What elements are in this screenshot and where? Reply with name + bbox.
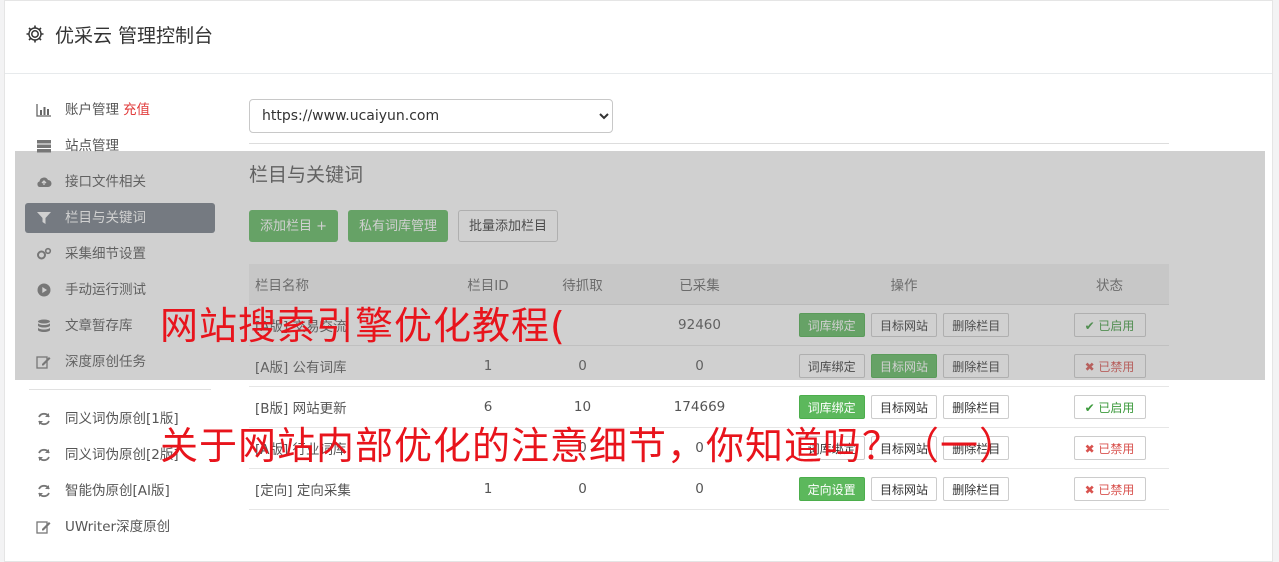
app-title: 优采云 管理控制台 bbox=[55, 25, 214, 47]
directed-settings-button[interactable]: 定向设置 bbox=[798, 477, 865, 501]
header: 优采云 管理控制台 bbox=[5, 1, 1272, 74]
sidebar-divider bbox=[29, 389, 211, 390]
sidebar-item-ai-original[interactable]: 智能伪原创[AI版] bbox=[25, 476, 215, 506]
watermark-title-2: 关于网站内部优化的注意细节，你知道吗？（一） bbox=[160, 424, 1019, 468]
sidebar-item-uwriter[interactable]: UWriter深度原创 bbox=[25, 512, 215, 542]
status-toggle[interactable]: ✖ 已禁用 bbox=[1073, 436, 1146, 460]
row-status: ✔ 已启用 bbox=[1050, 386, 1169, 428]
refresh-icon bbox=[38, 484, 50, 498]
row-name[interactable]: [定向] 定向采集 bbox=[249, 468, 452, 510]
row-actions: 定向设置 目标网站 删除栏目 bbox=[758, 468, 1050, 510]
row-collected: 0 bbox=[641, 468, 758, 510]
recharge-link[interactable]: 充值 bbox=[123, 102, 150, 118]
content-divider bbox=[249, 143, 1169, 144]
edit-icon bbox=[36, 521, 51, 534]
table-row: [定向] 定向采集 1 0 0 定向设置 目标网站 删除栏目 ✖ 已禁用 bbox=[249, 468, 1169, 510]
delete-column-button[interactable]: 删除栏目 bbox=[943, 477, 1010, 501]
status-toggle[interactable]: ✔ 已启用 bbox=[1073, 395, 1146, 419]
sidebar-item-label: 智能伪原创[AI版] bbox=[65, 483, 170, 499]
refresh-icon bbox=[38, 412, 50, 426]
site-select[interactable]: https://www.ucaiyun.com bbox=[249, 99, 613, 133]
status-toggle[interactable]: ✖ 已禁用 bbox=[1073, 477, 1146, 501]
bar-chart-icon bbox=[36, 104, 51, 117]
row-status: ✖ 已禁用 bbox=[1050, 427, 1169, 469]
row-status: ✖ 已禁用 bbox=[1050, 468, 1169, 510]
watermark-title-1: 网站搜索引擎优化教程( bbox=[160, 304, 566, 348]
row-id: 1 bbox=[452, 468, 524, 510]
target-site-button[interactable]: 目标网站 bbox=[870, 477, 937, 501]
sidebar-item-account[interactable]: 账户管理 充值 bbox=[25, 95, 215, 125]
row-pending: 0 bbox=[524, 468, 641, 510]
sidebar-item-label: UWriter深度原创 bbox=[65, 519, 171, 535]
sidebar-item-label: 账户管理 bbox=[65, 102, 119, 118]
refresh-icon bbox=[38, 448, 50, 462]
gear-icon bbox=[26, 25, 44, 43]
